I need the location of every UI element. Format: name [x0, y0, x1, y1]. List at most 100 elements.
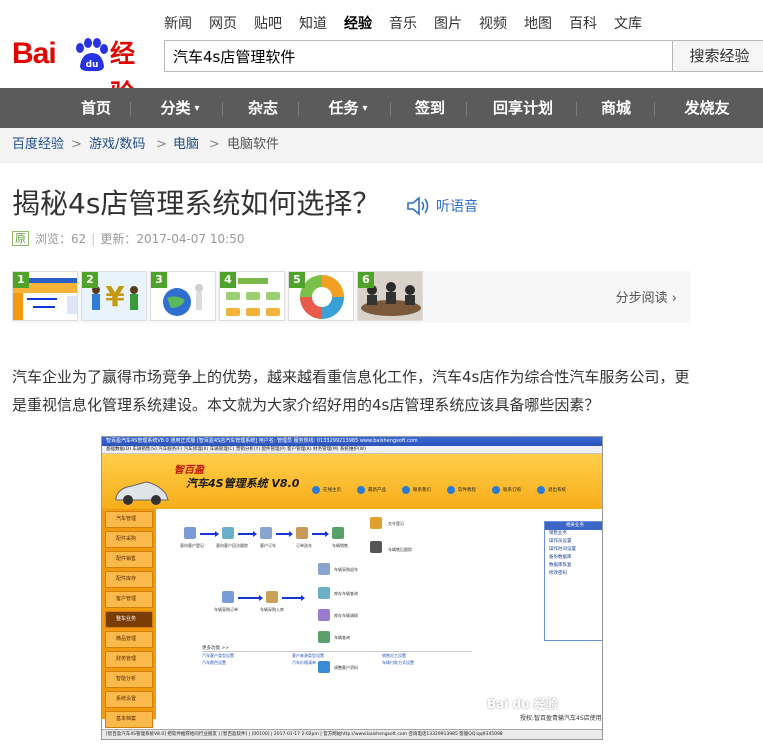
nav-checkin[interactable]: 签到 [396, 88, 464, 128]
flow-arrow [238, 531, 257, 537]
side-menu-item: 精品管理 [105, 631, 153, 648]
globe-icon [312, 486, 320, 494]
app-workspace: 意向客户登记 意向客户回访跟踪 客户订车 订单选车 车辆销售 交车登记 车辆售后… [156, 509, 602, 719]
breadcrumb-separator: > [71, 137, 82, 152]
nav-label: 分类 [160, 99, 191, 117]
topnav-zhidao[interactable]: 知道 [299, 14, 327, 34]
step-thumbnails: 1 2 ¥ 3 4 5 6 分步阅读 › [12, 271, 691, 323]
more-function-link: 客户来源类型设置 [292, 653, 324, 658]
nav-tasks[interactable]: 任务 ▾ [306, 88, 390, 128]
related-panel-item: 数据库恢复 [549, 563, 572, 568]
flow-label: 车辆采购订单 [214, 607, 238, 612]
app-brand-cn: 智百盈 [174, 465, 204, 476]
step-number: 6 [358, 272, 374, 288]
topnav-news[interactable]: 新闻 [164, 14, 192, 34]
side-menu-item: 配件销售 [105, 551, 153, 568]
breadcrumb-home[interactable]: 百度经验 [12, 128, 64, 162]
nav-label: 首页 [80, 99, 111, 117]
step-read-link[interactable]: 分步阅读 › [616, 287, 677, 306]
nav-divider [130, 102, 131, 116]
flow-icon [318, 631, 330, 643]
step-number: 1 [13, 272, 29, 288]
related-panel-item: 修改密码 [549, 571, 567, 576]
more-function-link: 汽车价格清单 [292, 660, 316, 665]
breadcrumb-games[interactable]: 游戏/数码 [89, 128, 145, 162]
app-side-menu: 汽车管理 配件采购 配件销售 配件库存 客户管理 整车业务 精品管理 财务管理 … [102, 509, 156, 728]
step-thumb-4[interactable]: 4 [219, 271, 285, 321]
topnav-web[interactable]: 网页 [209, 14, 237, 34]
article-meta: 原浏览：62 | 更新：2017-04-07 10:50 [12, 230, 244, 248]
flow-label: 客户订车 [260, 543, 276, 548]
topnav-wenku[interactable]: 文库 [614, 14, 642, 34]
nav-category[interactable]: 分类 ▾ [138, 88, 222, 128]
topnav-map[interactable]: 地图 [524, 14, 552, 34]
meta-divider: | [91, 232, 96, 246]
nav-magazine[interactable]: 杂志 [228, 88, 298, 128]
topnav-video[interactable]: 视频 [479, 14, 507, 34]
baidu-watermark: Bai du 经验 [487, 697, 558, 711]
topnav-baike[interactable]: 百科 [569, 14, 597, 34]
original-badge: 原 [12, 231, 29, 246]
breadcrumb-computer[interactable]: 电脑 [173, 128, 199, 162]
nav-share-plan[interactable]: 回享计划 [472, 88, 574, 128]
baidu-jingyan-logo[interactable]: Bai du 经验 [12, 34, 152, 108]
nav-label: 任务 [328, 99, 359, 117]
topnav-music[interactable]: 音乐 [389, 14, 417, 34]
flow-icon [318, 609, 330, 621]
license-credit: 授权:智百盈青输汽车4S店使用 [520, 715, 602, 722]
step-thumb-2[interactable]: 2 ¥ [81, 271, 147, 321]
flow-label: 车辆采购退车 [334, 567, 358, 572]
flow-icon [370, 517, 382, 529]
breadcrumb-software: 电脑软件 [227, 137, 280, 152]
flow-icon [222, 527, 234, 539]
related-panel-item: 操作员设置 [549, 539, 572, 544]
step-number: 5 [289, 272, 305, 288]
flow-icon [296, 527, 308, 539]
step-thumb-1[interactable]: 1 [12, 271, 78, 321]
flow-icon [222, 591, 234, 603]
breadcrumb: 百度经验 > 游戏/数码 > 电脑 > 电脑软件 [0, 128, 763, 163]
nav-mall[interactable]: 商城 [582, 88, 650, 128]
flow-label: 库存车辆调拨 [334, 613, 358, 618]
step-thumb-3[interactable]: 3 [150, 271, 216, 321]
search-input[interactable] [165, 41, 671, 71]
nav-fans[interactable]: 发烧友 [662, 88, 752, 128]
tutorial-icon [447, 486, 455, 494]
flow-icon [370, 541, 382, 553]
chevron-down-icon: ▾ [194, 103, 200, 114]
flow-label: 意向客户登记 [180, 543, 204, 548]
banner-item: 最新产品 [357, 486, 386, 494]
step-thumb-5[interactable]: 5 [288, 271, 354, 321]
side-menu-item: 配件采购 [105, 531, 153, 548]
car-icon [115, 481, 169, 505]
svg-text:¥: ¥ [105, 280, 125, 313]
banner-item: 退出系统 [537, 486, 566, 494]
nav-label: 杂志 [247, 99, 278, 117]
exit-icon [537, 486, 545, 494]
flow-icon [318, 563, 330, 575]
chevron-down-icon: ▾ [362, 103, 368, 114]
nav-label: 发烧友 [684, 99, 730, 117]
banner-item: 联系我们 [402, 486, 431, 494]
related-panel: 相关业务 销售业务 操作员设置 操作时间设置 备份数据库 数据库恢复 修改密码 [544, 521, 602, 641]
topnav-images[interactable]: 图片 [434, 14, 462, 34]
more-functions: 更多功能 >> 汽车客户类型设置 客户来源类型设置 销售员工设置 汽车颜色设置 … [202, 645, 472, 666]
view-count: 浏览：62 [35, 232, 87, 246]
nav-home[interactable]: 首页 [62, 88, 130, 128]
article-intro: 汽车企业为了赢得市场竞争上的优势，越来越看重信息化工作，汽车4s店作为综合性汽车… [12, 368, 690, 414]
search-box [164, 40, 673, 72]
flow-label: 车辆销售 [332, 543, 348, 548]
more-functions-row: 汽车客户类型设置 客户来源类型设置 销售员工设置 [202, 652, 472, 659]
step-number: 2 [82, 272, 98, 288]
step-thumb-6[interactable]: 6 [357, 271, 423, 321]
logo-bai: Bai [12, 37, 57, 70]
topnav-jingyan[interactable]: 经验 [344, 14, 372, 34]
article-screenshot: 智百盈汽车4S管理系统V8.0 通用正式版 [智百盈4S店汽车管理系统] 用户名… [101, 436, 603, 740]
page-title: 揭秘4s店管理系统如何选择？ [12, 187, 381, 220]
topnav-tieba[interactable]: 贴吧 [254, 14, 282, 34]
side-menu-item: 智能分析 [105, 671, 153, 688]
top-nav: 新闻 网页 贴吧 知道 经验 音乐 图片 视频 地图 百科 文库 [164, 14, 659, 34]
listen-audio-button[interactable]: 听语音 [406, 194, 478, 218]
flow-icon [184, 527, 196, 539]
search-button[interactable]: 搜索经验 [673, 40, 763, 72]
